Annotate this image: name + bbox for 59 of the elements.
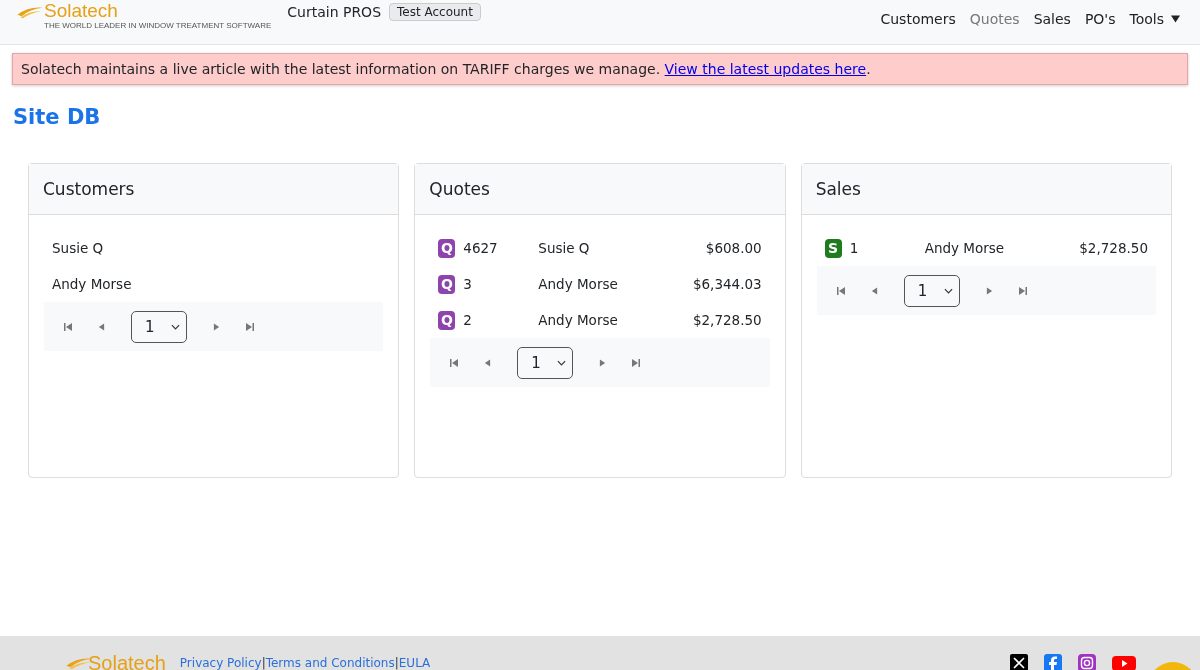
customer-name: Andy Morse [924,240,1006,256]
amount: $2,728.50 [692,312,762,328]
separator: | [394,656,399,670]
page-title: Site DB [13,105,102,129]
chevron-down-icon [171,323,180,330]
card-title: Customers [43,179,135,199]
last-page-icon[interactable] [632,358,641,367]
first-page-icon[interactable] [450,358,459,367]
nav-link[interactable]: Quotes [969,11,1020,27]
customer-name[interactable]: Andy Morse [52,276,132,292]
page-select[interactable]: 1 [517,346,574,379]
last-page-icon[interactable] [1018,286,1027,295]
record-number[interactable]: 1 [849,240,925,256]
account-badge: Test Account [389,3,481,21]
instagram-icon[interactable] [1078,654,1096,670]
previous-page-icon[interactable] [870,286,878,295]
next-page-icon[interactable] [985,286,993,295]
next-page-icon[interactable] [599,358,607,367]
amount: $608.00 [705,240,762,256]
record-badge: Q [438,274,456,294]
card-title: Sales [815,179,861,199]
footer-link[interactable]: EULA [398,656,431,670]
record-badge: S [824,238,842,258]
previous-page-icon[interactable] [98,322,105,331]
x-icon[interactable] [1010,654,1028,670]
page-select[interactable]: 1 [903,274,960,307]
facebook-icon[interactable] [1044,654,1062,670]
footer-link[interactable]: Privacy Policy [179,656,262,670]
customer-name: Susie Q [538,240,591,256]
alert-text: Solatech maintains a live article with the latest information on TARIFF charges we manage. View the latest updates here. [21,61,871,77]
record-number[interactable]: 3 [463,276,539,292]
first-page-icon[interactable] [64,322,72,331]
last-page-icon[interactable] [246,322,254,331]
video-play-icon[interactable] [1112,654,1136,670]
customer-name: Andy Morse [538,312,619,328]
page-select[interactable]: 1 [131,310,187,343]
record-badge: Q [438,238,456,258]
nav-link[interactable]: PO's [1084,11,1116,27]
record-number[interactable]: 4627 [463,240,539,256]
first-page-icon[interactable] [836,286,845,295]
chevron-down-icon [943,287,953,294]
previous-page-icon[interactable] [484,358,492,367]
nav-link[interactable]: Customers [880,11,956,27]
footer-logo-text: Solatech [88,654,166,670]
separator: | [261,656,266,670]
customer-name: Andy Morse [538,276,619,292]
record-number[interactable]: 2 [463,312,539,328]
nav-link[interactable]: Tools [1129,11,1180,27]
tagline: THE WORLD LEADER IN WINDOW TREATMENT SOFTWARE [44,21,272,31]
next-page-icon[interactable] [213,322,220,331]
updates-link[interactable]: View the latest updates here [664,61,867,77]
card-title: Quotes [429,179,490,199]
chevron-down-icon [557,359,567,366]
app-name: Curtain PROS [287,4,382,20]
amount: $6,344.03 [692,276,762,292]
nav-link[interactable]: Sales [1033,11,1071,27]
customer-name[interactable]: Susie Q [52,240,104,256]
record-badge: Q [438,310,456,330]
amount: $2,728.50 [1079,240,1148,256]
